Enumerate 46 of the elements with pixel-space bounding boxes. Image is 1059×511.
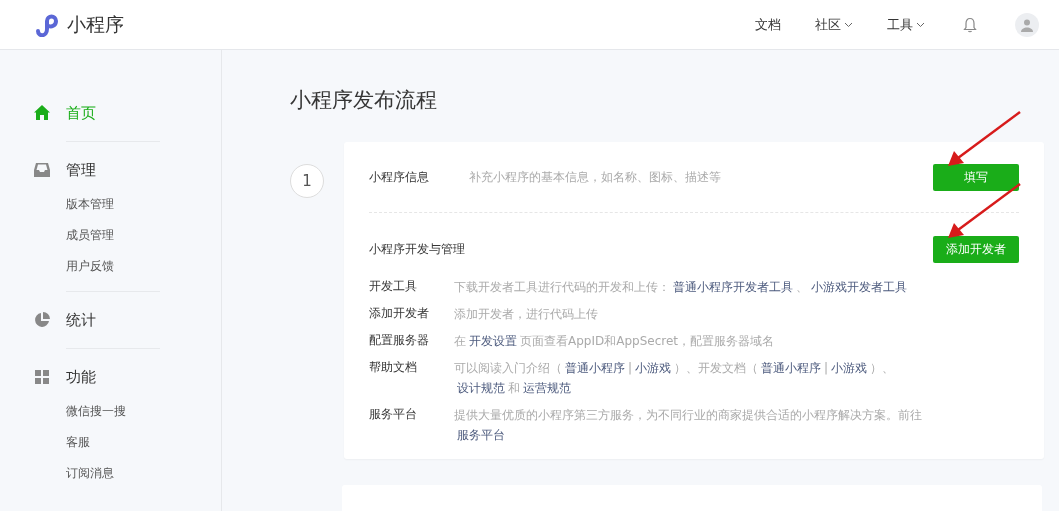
sidebar-subitem[interactable]: 版本管理 xyxy=(66,192,221,223)
item-label: 开发工具 xyxy=(369,278,418,295)
link[interactable]: 小游戏 xyxy=(635,361,672,375)
section-title: 小程序开发与管理 xyxy=(369,240,466,258)
section-title: 小程序信息 xyxy=(369,168,430,186)
bell-icon xyxy=(963,16,977,33)
sidebar-subitem[interactable]: 订阅消息 xyxy=(66,461,221,492)
home-icon xyxy=(33,104,51,122)
item-description: 可以阅读入门介绍（ 普通小程序 | 小游戏 ）、开发文档（ 普通小程序 | 小游戏 ）、 设计规范 和 运营规范 xyxy=(454,360,896,397)
sidebar-item[interactable]: 管理 xyxy=(66,160,96,180)
grid-icon xyxy=(33,368,51,386)
sidebar-item[interactable]: 功能 xyxy=(66,367,96,387)
sidebar-subitem[interactable]: 微信搜一搜 xyxy=(66,399,221,430)
section-summary: 补充小程序的基本信息，如名称、图标、描述等 xyxy=(469,168,721,186)
sidebar-subitem[interactable]: 客服 xyxy=(66,430,221,461)
item-label: 服务平台 xyxy=(369,406,418,423)
sidebar-subitem[interactable]: 用户反馈 xyxy=(66,254,221,285)
person-icon xyxy=(1020,17,1034,32)
item-label: 帮助文档 xyxy=(369,359,418,376)
nav-link[interactable]: 工具 xyxy=(887,15,925,34)
link[interactable]: 小游戏开发者工具 xyxy=(811,280,907,294)
link[interactable]: 普通小程序开发者工具 xyxy=(673,280,793,294)
tray-icon xyxy=(33,161,51,179)
nav-link[interactable]: 文档 xyxy=(755,15,781,34)
brand-name[interactable]: 小程序 xyxy=(67,11,124,38)
page-title: 小程序发布流程 xyxy=(290,87,438,114)
pie-chart-icon xyxy=(33,311,51,329)
item-description: 提供大量优质的小程序第三方服务，为不同行业的商家提供合适的小程序解决方案。前往 服务平台 xyxy=(454,407,923,444)
sidebar-subitem[interactable]: 成员管理 xyxy=(66,223,221,254)
item-label: 配置服务器 xyxy=(369,332,430,349)
logo-icon xyxy=(34,12,60,37)
link[interactable]: 普通小程序 xyxy=(761,361,822,375)
link[interactable]: 小游戏 xyxy=(831,361,868,375)
sidebar-item[interactable]: 统计 xyxy=(66,310,96,330)
item-description: 下载开发者工具进行代码的开发和上传： 普通小程序开发者工具 、 小游戏开发者工具 xyxy=(454,279,908,296)
link[interactable]: 普通小程序 xyxy=(565,361,625,375)
item-label: 添加开发者 xyxy=(369,305,430,322)
item-description: 添加开发者，进行代码上传 xyxy=(454,306,599,323)
item-description: 在 开发设置 页面查看AppID和AppSecret，配置服务器域名 xyxy=(454,333,776,350)
link[interactable]: 设计规范 xyxy=(457,381,505,395)
link[interactable]: 运营规范 xyxy=(523,381,571,395)
nav-link[interactable]: 社区 xyxy=(815,15,853,34)
avatar[interactable] xyxy=(1015,12,1039,37)
link[interactable]: 服务平台 xyxy=(457,428,505,442)
step-number: 1 xyxy=(290,164,324,198)
link[interactable]: 开发设置 xyxy=(469,334,517,348)
